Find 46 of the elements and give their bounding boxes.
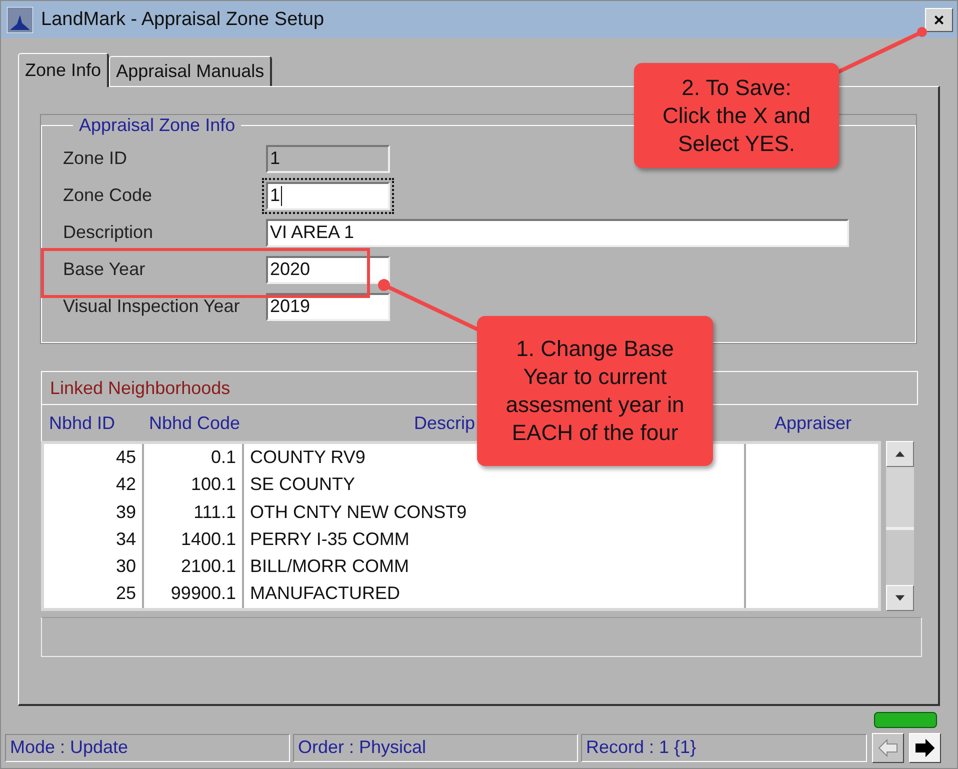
table-cell: SE COUNTY [244,471,746,499]
scrollbar[interactable] [886,441,914,611]
close-button[interactable]: × [925,8,953,32]
table-cell: 34 [44,526,144,554]
column-header: Nbhd ID [48,412,116,434]
table-cell: 25 [44,580,144,608]
column-header: Nbhd Code [148,412,240,434]
column-header: Descrip [413,412,476,434]
status-indicator [874,712,937,728]
callout-note: 1. Change Base Year to current assesment year in EACH of the four [477,316,713,466]
status-panel: Mode : Update [5,734,290,762]
tab[interactable]: Zone Info [18,53,110,87]
table-cell: 0.1 [144,444,244,472]
callout-note: 2. To Save: Click the X and Select YES. [634,63,839,168]
table-cell: OTH CNTY NEW CONST9 [244,498,746,526]
field-label: Base Year [63,259,146,280]
section-title: Linked Neighborhoods [50,378,230,398]
scroll-down-icon[interactable] [886,585,914,611]
table-cell: BILL/MORR COMM [244,553,746,580]
field-label: Zone Code [63,185,154,206]
status-panel: Order : Physical [293,734,578,762]
table-cell: 39 [44,498,144,526]
window-title: LandMark - Appraisal Zone Setup [41,8,326,30]
app-logo-icon [7,6,33,32]
table-cell: 99900.1 [144,580,244,608]
arrow-right-icon [915,739,935,757]
table-cell: 2100.1 [144,553,244,580]
group-title: Appraisal Zone Info [78,115,236,136]
table-cell: 30 [44,553,144,580]
status-panel: Record : 1 {1} [581,734,867,762]
table-cell: MANUFACTURED [244,580,746,608]
input-field[interactable]: 1 [262,178,394,214]
field-label: Description [63,222,154,243]
arrow-left-icon [878,739,898,757]
table-cell: 42 [44,471,144,499]
field-label: Zone ID [63,148,128,169]
table-cell: 1400.1 [144,526,244,554]
table-cell: 45 [44,444,144,472]
column-header: Appraiser [774,412,852,434]
field-label: Visual Inspection Year [63,296,241,317]
table-cell: 100.1 [144,471,244,499]
table-cell: PERRY I-35 COMM [244,526,746,554]
scroll-up-icon[interactable] [886,441,914,467]
table-cell: 111.1 [144,498,244,526]
nav-button[interactable] [909,733,941,763]
tab[interactable]: Appraisal Manuals [109,56,272,86]
